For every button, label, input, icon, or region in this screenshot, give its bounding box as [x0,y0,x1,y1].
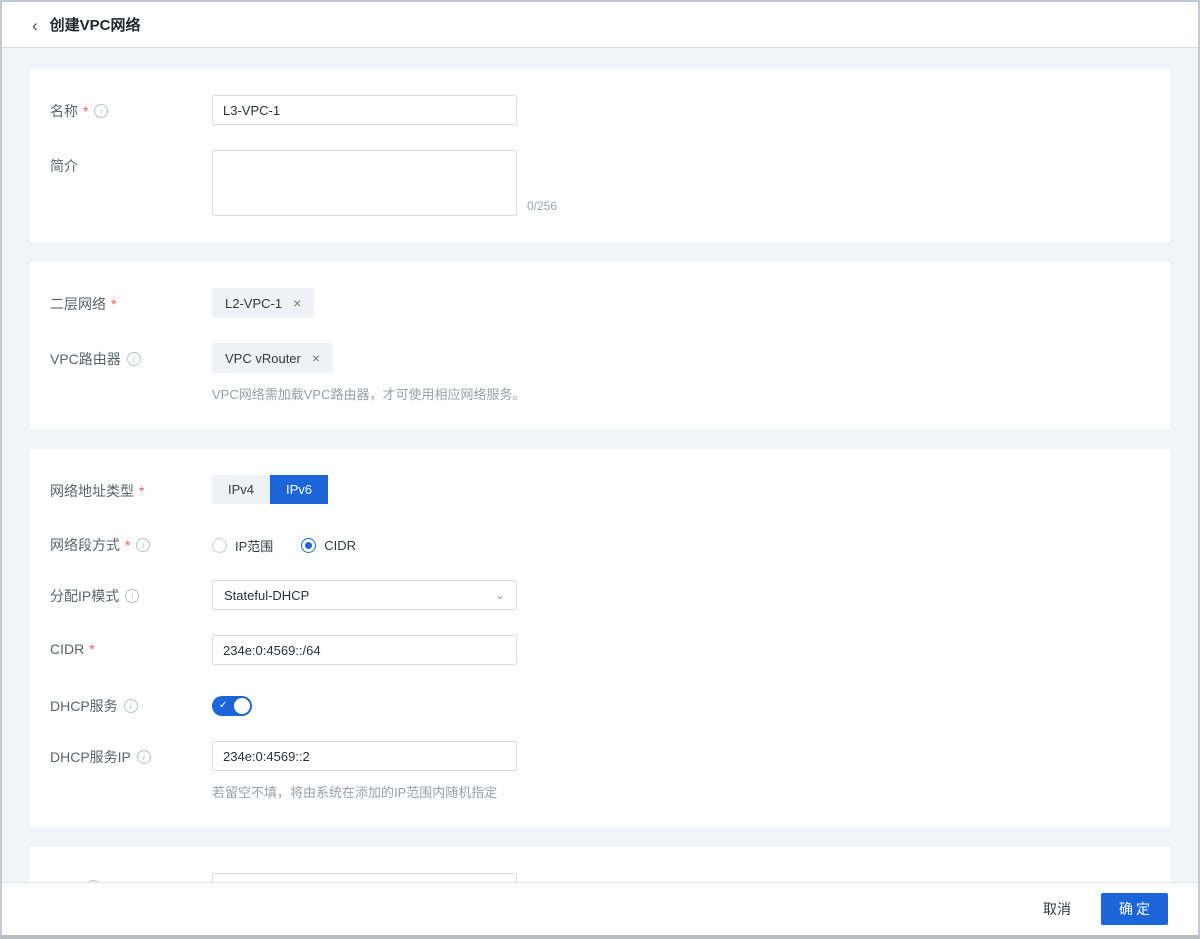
dhcp-service-ip-label-group: DHCP服务IP i [50,741,212,767]
vpc-router-tag: VPC vRouter × [212,343,333,373]
required-mark: * [83,103,88,119]
l2-network-tag: L2-VPC-1 × [212,288,314,318]
form-row-ip-alloc-mode: 分配IP模式 i Stateful-DHCP ⌄ [50,580,1150,610]
card-basic-info: 名称 * i 简介 0/256 [30,69,1170,242]
close-icon[interactable]: × [293,296,301,310]
name-label: 名称 [50,101,78,121]
toggle-knob [234,698,250,714]
ip-alloc-mode-label: 分配IP模式 [50,586,119,606]
required-mark: * [139,483,144,499]
dns-input[interactable] [212,873,517,882]
info-icon[interactable]: i [127,352,141,366]
form-row-address-type: 网络地址类型 * IPv4 IPv6 [50,475,1150,504]
card-dns: DNS i [30,847,1170,882]
name-input[interactable] [212,95,517,125]
card-address-settings: 网络地址类型 * IPv4 IPv6 网络段方式 * i IP范围 [30,449,1170,827]
form-row-dns: DNS i [50,873,1150,882]
segment-mode-radio-group: IP范围 CIDR [212,529,356,555]
cancel-button[interactable]: 取消 [1043,899,1071,919]
ip-alloc-mode-value: Stateful-DHCP [224,588,309,603]
segment-mode-label: 网络段方式 [50,535,120,555]
form-content: 名称 * i 简介 0/256 [2,48,1198,882]
dhcp-service-ip-input[interactable] [212,741,517,771]
close-icon[interactable]: × [312,351,320,365]
page-title: 创建VPC网络 [50,14,141,35]
segment-mode-label-group: 网络段方式 * i [50,529,212,555]
address-type-label: 网络地址类型 [50,481,134,501]
ip-range-radio-label: IP范围 [235,536,273,555]
description-label: 简介 [50,156,78,176]
form-row-dhcp-service: DHCP服务 i ✓ [50,690,1150,716]
cidr-input[interactable] [212,635,517,665]
required-mark: * [89,641,94,657]
vpc-router-tag-label: VPC vRouter [225,351,301,366]
cidr-label-group: CIDR * [50,635,212,657]
name-label-group: 名称 * i [50,95,212,121]
back-icon[interactable]: ‹ [32,16,38,34]
card-network-attach: 二层网络 * L2-VPC-1 × VPC路由器 i VPC vR [30,262,1170,429]
l2-network-label: 二层网络 [50,294,106,314]
char-counter: 0/256 [527,199,557,216]
cidr-radio-label: CIDR [324,538,356,553]
address-type-segmented: IPv4 IPv6 [212,475,328,504]
info-icon[interactable]: i [125,589,139,603]
check-icon: ✓ [219,701,227,711]
confirm-button[interactable]: 确定 [1101,893,1168,925]
cidr-label: CIDR [50,641,84,657]
dhcp-service-ip-label: DHCP服务IP [50,747,131,767]
dhcp-service-ip-help-text: 若留空不填，将由系统在添加的IP范围内随机指定 [212,782,517,801]
page-header: ‹ 创建VPC网络 [2,2,1198,48]
ip-alloc-mode-select[interactable]: Stateful-DHCP ⌄ [212,580,517,610]
dhcp-service-toggle[interactable]: ✓ [212,696,252,716]
ipv4-option-button[interactable]: IPv4 [212,475,270,504]
form-row-vpc-router: VPC路由器 i VPC vRouter × VPC网络需加载VPC路由器，才可… [50,343,1150,403]
dhcp-service-label-group: DHCP服务 i [50,690,212,716]
form-row-description: 简介 0/256 [50,150,1150,216]
l2-network-label-group: 二层网络 * [50,288,212,314]
vpc-router-label-group: VPC路由器 i [50,343,212,369]
radio-checked-icon [301,538,316,553]
create-vpc-network-page: ‹ 创建VPC网络 名称 * i 简介 [0,0,1200,939]
dns-label-group: DNS i [50,873,212,882]
description-label-group: 简介 [50,150,212,176]
l2-network-tag-label: L2-VPC-1 [225,296,282,311]
ip-range-radio[interactable]: IP范围 [212,536,273,555]
form-row-cidr: CIDR * [50,635,1150,665]
ip-alloc-mode-label-group: 分配IP模式 i [50,580,212,606]
form-row-name: 名称 * i [50,95,1150,125]
info-icon[interactable]: i [136,538,150,552]
cidr-radio[interactable]: CIDR [301,536,356,555]
address-type-label-group: 网络地址类型 * [50,475,212,501]
ipv6-option-button[interactable]: IPv6 [270,475,328,504]
info-icon[interactable]: i [137,750,151,764]
dhcp-service-label: DHCP服务 [50,696,118,716]
info-icon[interactable]: i [124,699,138,713]
info-icon[interactable]: i [94,104,108,118]
form-row-dhcp-service-ip: DHCP服务IP i 若留空不填，将由系统在添加的IP范围内随机指定 [50,741,1150,801]
page-footer: 取消 确定 [2,882,1198,935]
required-mark: * [125,537,130,553]
chevron-down-icon: ⌄ [495,588,505,602]
form-row-l2-network: 二层网络 * L2-VPC-1 × [50,288,1150,318]
required-mark: * [111,296,116,312]
radio-unchecked-icon [212,538,227,553]
description-textarea[interactable] [212,150,517,216]
form-row-segment-mode: 网络段方式 * i IP范围 CIDR [50,529,1150,555]
vpc-router-help-text: VPC网络需加载VPC路由器，才可使用相应网络服务。 [212,384,525,403]
vpc-router-label: VPC路由器 [50,349,121,369]
